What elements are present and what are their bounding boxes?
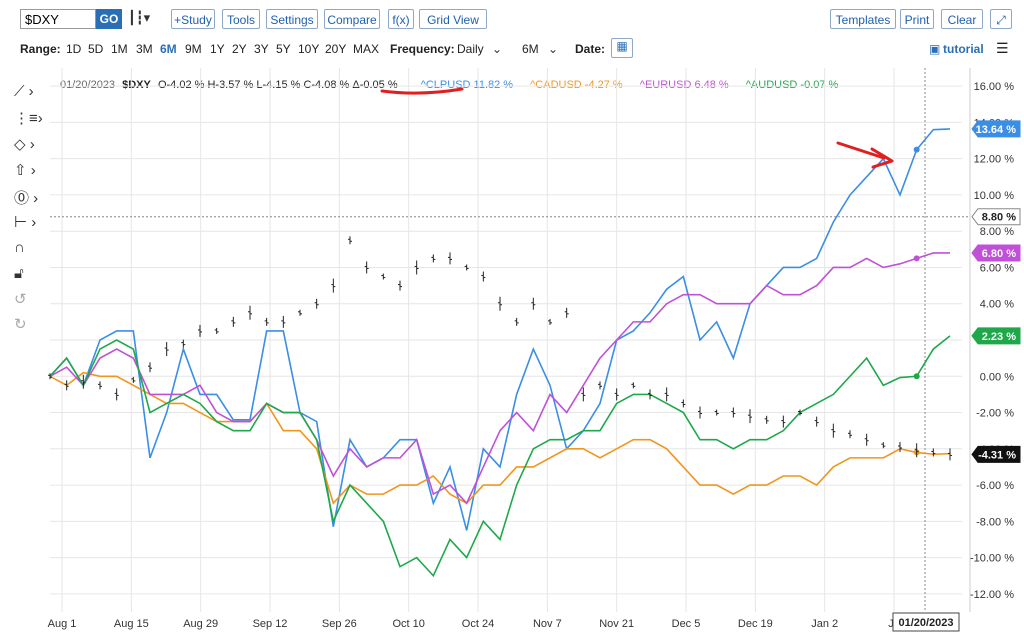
x-tick-label: Aug 1 <box>48 618 77 630</box>
y-tick-label: 10.00 % <box>974 190 1015 202</box>
y-tick-label: 6.00 % <box>980 262 1014 274</box>
y-tick-label: -10.00 % <box>970 553 1014 565</box>
y-tick-label: -2.00 % <box>976 408 1014 420</box>
crosshair-date-label: 01/20/2023 <box>898 617 953 629</box>
x-tick-label: Aug 29 <box>183 618 218 630</box>
last-value-badge: 13.64 % <box>971 120 1021 138</box>
x-tick-label: Sep 26 <box>322 618 357 630</box>
badge-label: 8.80 % <box>982 212 1016 224</box>
series-line-audusd <box>49 335 951 578</box>
badge-label: 13.64 % <box>976 124 1017 136</box>
last-value-badge: -4.31 % <box>971 445 1021 463</box>
crosshair-dot <box>913 255 920 262</box>
x-axis: Aug 1 Aug 15 Aug 29 Sep 12 Sep 26 Oct 10 Oct 2… <box>48 612 960 632</box>
y-tick-label: 4.00 % <box>980 299 1014 311</box>
chart-area[interactable]: 16.00 %14.00 %12.00 %10.00 %8.00 %6.00 %… <box>0 0 1024 633</box>
series-lines <box>48 128 952 578</box>
y-tick-label: -6.00 % <box>976 480 1014 492</box>
last-value-badge: 8.80 % <box>971 208 1021 226</box>
chart-grid <box>50 68 971 612</box>
x-tick-label: Nov 21 <box>599 618 634 630</box>
y-tick-label: 8.00 % <box>980 226 1014 238</box>
crosshair-dot <box>913 373 920 380</box>
x-tick-label: Oct 10 <box>392 618 424 630</box>
y-tick-label: -12.00 % <box>970 589 1014 601</box>
y-tick-label: 12.00 % <box>974 154 1015 166</box>
underline-annotation <box>380 87 464 95</box>
last-value-badge: 6.80 % <box>971 244 1021 262</box>
badge-label: 6.80 % <box>982 248 1016 260</box>
badge-label: -4.31 % <box>978 449 1016 461</box>
badge-label: 2.23 % <box>982 331 1016 343</box>
crosshair-dot <box>913 146 920 153</box>
x-tick-label: Sep 12 <box>253 618 288 630</box>
series-line-clpusd <box>49 128 951 531</box>
last-value-badge: 2.23 % <box>971 327 1021 345</box>
x-tick-label: Jan 2 <box>811 618 838 630</box>
annotations <box>380 87 894 169</box>
crosshair-date: 01/20/2023 <box>892 612 960 632</box>
x-tick-label: Dec 19 <box>738 618 773 630</box>
x-tick-label: Nov 7 <box>533 618 562 630</box>
x-tick-label: Dec 5 <box>672 618 701 630</box>
y-tick-label: 16.00 % <box>974 81 1015 93</box>
y-tick-label: -8.00 % <box>976 516 1014 528</box>
series-line-cadusd <box>49 371 951 505</box>
x-tick-label: Aug 15 <box>114 618 149 630</box>
x-tick-label: Oct 24 <box>462 618 494 630</box>
y-tick-label: 0.00 % <box>980 371 1014 383</box>
